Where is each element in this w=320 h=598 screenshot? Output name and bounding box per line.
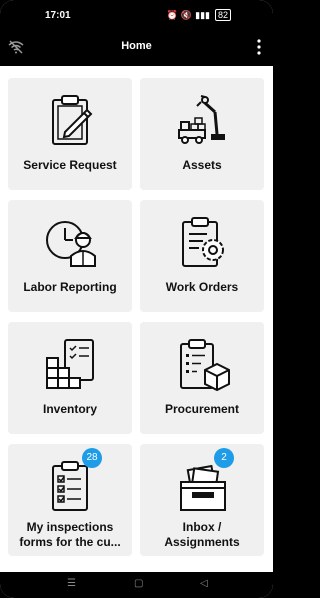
tile-service-request[interactable]: Service Request xyxy=(8,78,132,190)
tile-label: Labor Reporting xyxy=(23,280,117,294)
signal-icon: ▮▮▮ xyxy=(195,10,210,20)
clock-worker-icon xyxy=(46,221,96,267)
tile-label: My inspections forms for the cu... xyxy=(19,520,121,549)
tile-label: Inbox / Assignments xyxy=(164,520,240,549)
tile-label: Service Request xyxy=(23,158,117,172)
battery-icon: 82 xyxy=(214,9,231,21)
tile-inbox-assignments[interactable]: 2 Inbox / Assignments xyxy=(140,444,264,556)
tile-label: Inventory xyxy=(42,402,97,416)
forklift-robot-arm-icon xyxy=(178,95,225,144)
tile-work-orders[interactable]: Work Orders xyxy=(140,200,264,312)
page-title: Home xyxy=(121,40,152,52)
mute-icon: 🔇 xyxy=(180,10,193,20)
alarm-icon: ⏰ xyxy=(166,10,178,20)
inspections-count-badge: 28 xyxy=(82,448,102,468)
tile-labor-reporting[interactable]: Labor Reporting xyxy=(8,200,132,312)
tile-label: Procurement xyxy=(164,402,240,416)
more-options-icon[interactable] xyxy=(257,38,261,56)
tile-label: Work Orders xyxy=(165,280,239,294)
clipboard-pen-icon xyxy=(52,95,93,145)
tile-procurement[interactable]: Procurement xyxy=(140,322,264,434)
home-icon[interactable]: ▢ xyxy=(134,578,143,589)
tile-my-inspections[interactable]: 28 My inspections forms for the cu... xyxy=(8,444,132,556)
tile-assets[interactable]: Assets xyxy=(140,78,264,190)
status-bar: 17:01 ⏰ 🔇 ▮▮▮ 82 xyxy=(0,0,273,28)
system-nav-bar: ☰ ▢ ◁ xyxy=(0,572,273,598)
module-grid: Service Request Assets Labor Reporting W… xyxy=(0,66,273,572)
back-icon[interactable]: ◁ xyxy=(200,578,208,589)
status-time: 17:01 xyxy=(45,10,71,21)
status-icons: ⏰ 🔇 ▮▮▮ 82 xyxy=(167,9,231,21)
tile-inventory[interactable]: Inventory xyxy=(8,322,132,434)
boxes-checklist-icon xyxy=(46,339,94,389)
recent-apps-icon[interactable]: ☰ xyxy=(67,578,76,589)
app-bar: Home xyxy=(0,28,273,66)
tile-label: Assets xyxy=(182,158,222,172)
phone-screen: 17:01 ⏰ 🔇 ▮▮▮ 82 Home Service Request As… xyxy=(0,0,273,598)
clipboard-gear-icon xyxy=(182,217,224,267)
inbox-count-badge: 2 xyxy=(214,448,234,468)
clipboard-package-icon xyxy=(180,339,230,392)
